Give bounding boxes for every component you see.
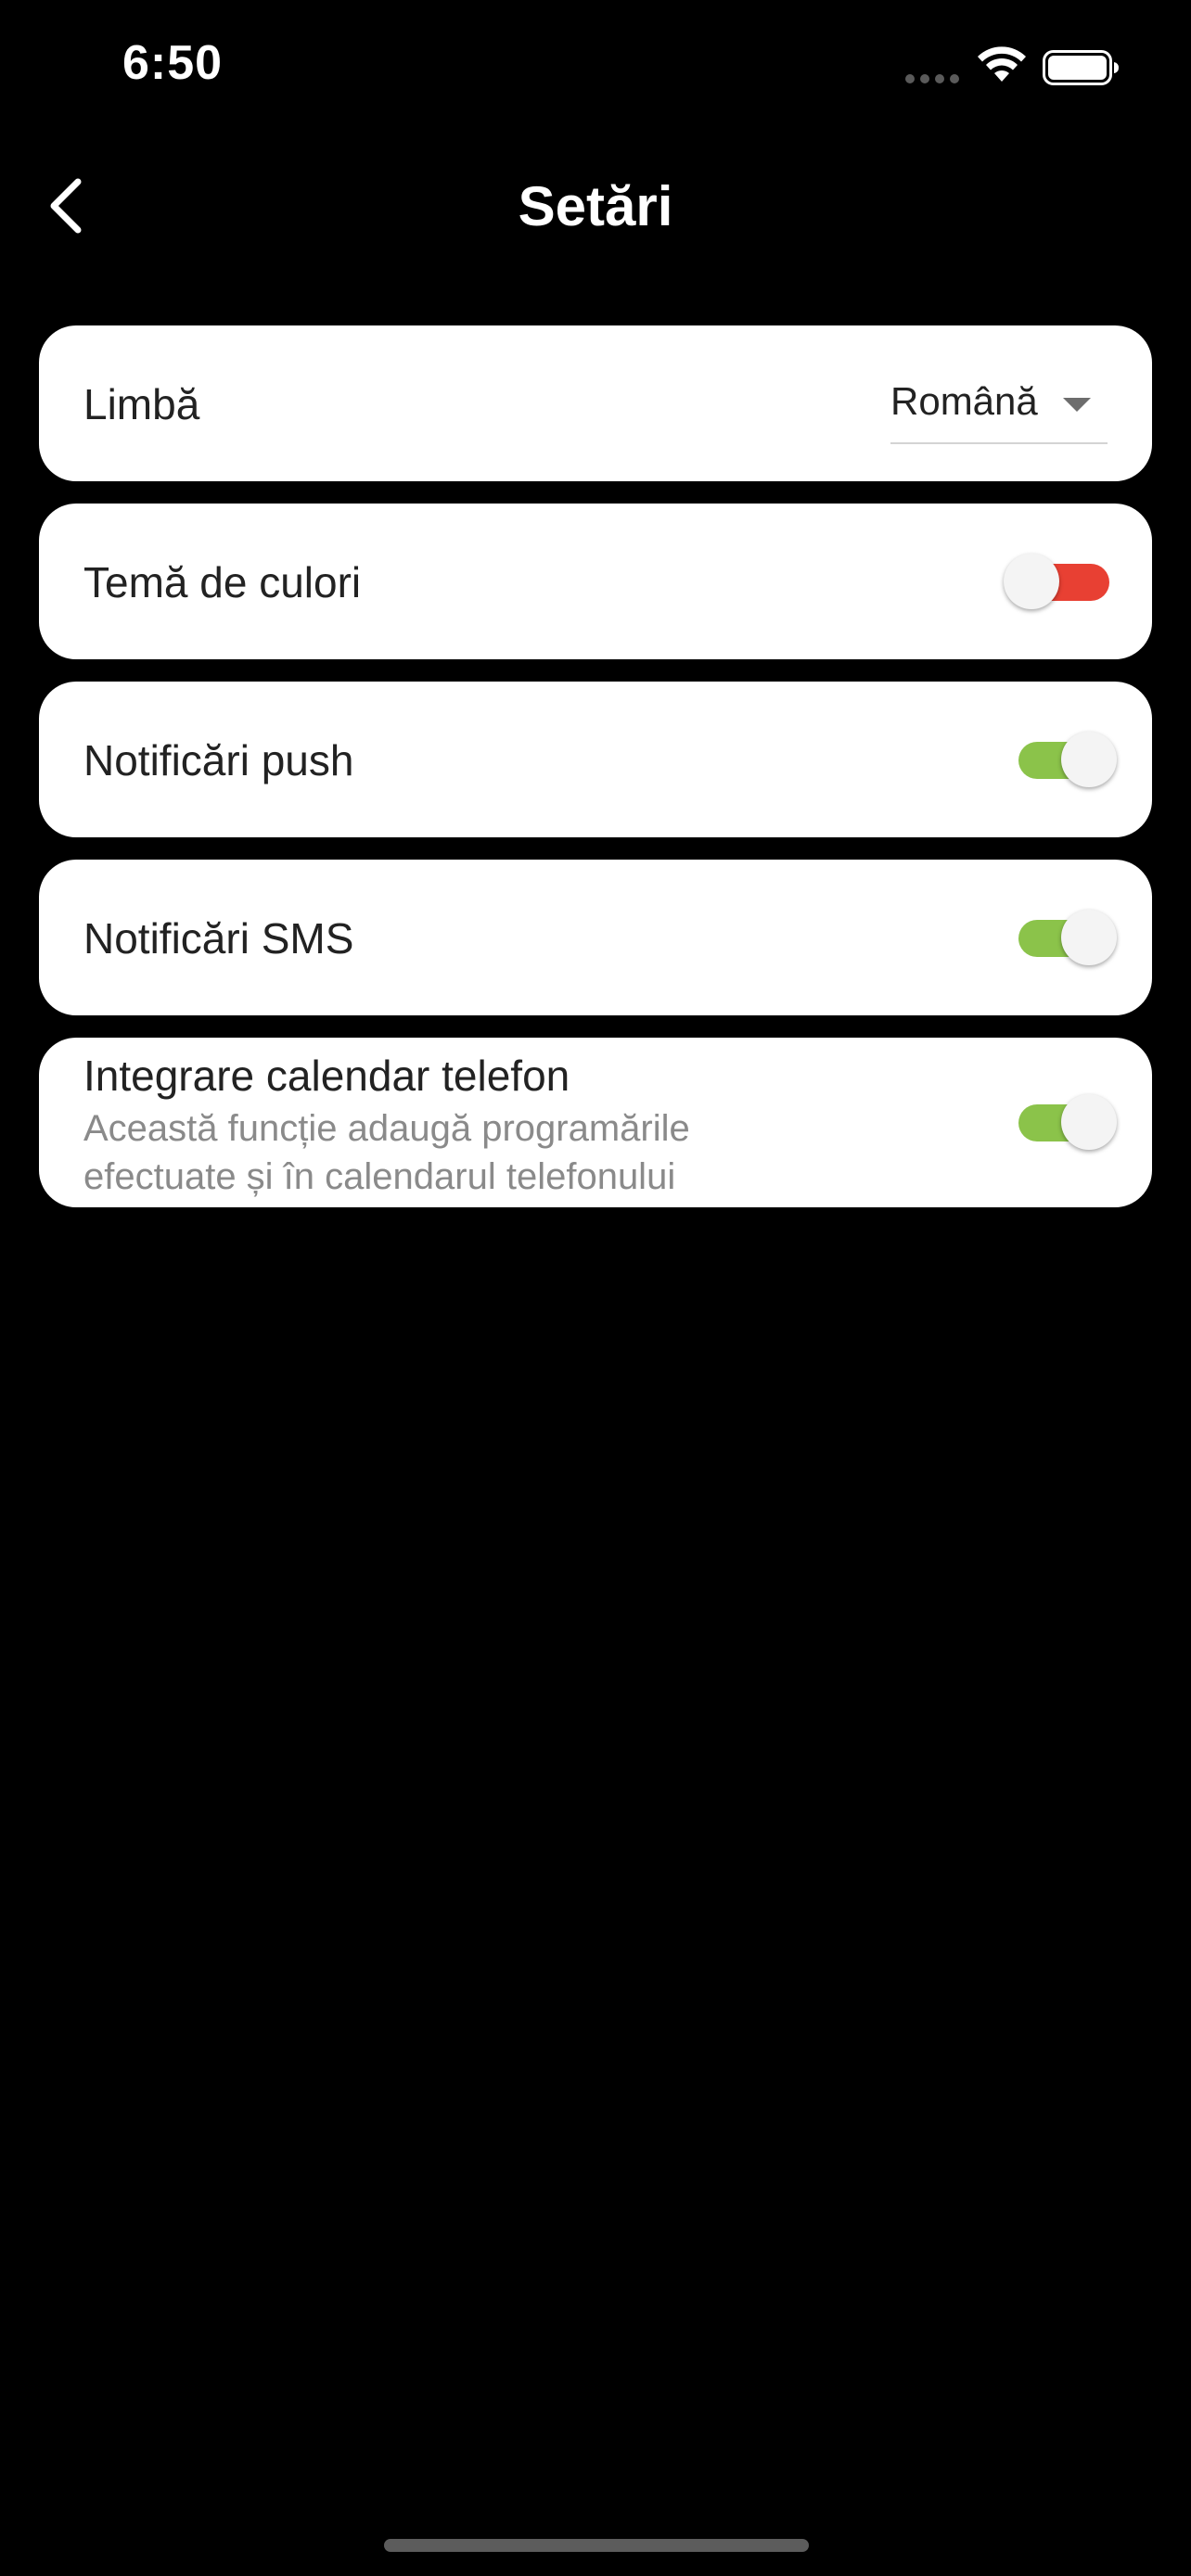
calendar-integration-toggle-knob [1061, 1094, 1117, 1150]
sms-notifications-setting: Notificări SMS [39, 860, 1152, 1015]
cellular-signal-icon [905, 74, 963, 83]
language-setting: Limbă Română [39, 325, 1152, 481]
battery-icon [1043, 50, 1119, 85]
push-notifications-toggle-knob [1061, 732, 1117, 787]
status-bar: 6:50 [0, 0, 1191, 130]
home-indicator[interactable] [384, 2539, 809, 2552]
language-label: Limbă [83, 380, 200, 428]
calendar-integration-toggle[interactable] [1009, 1092, 1121, 1152]
language-select[interactable]: Română [890, 374, 1108, 444]
color-theme-label: Temă de culori [83, 558, 362, 606]
push-notifications-setting: Notificări push [39, 682, 1152, 837]
calendar-integration-description-line2: efectuate și în calendarul telefonului [83, 1156, 676, 1197]
status-time: 6:50 [122, 36, 224, 90]
sms-notifications-toggle[interactable] [1009, 908, 1121, 967]
dropdown-arrow-icon [1063, 398, 1091, 412]
calendar-integration-label: Integrare calendar telefon [83, 1052, 570, 1100]
color-theme-setting: Temă de culori [39, 504, 1152, 659]
color-theme-toggle-knob [1004, 554, 1059, 609]
calendar-integration-setting: Integrare calendar telefon Această funcț… [39, 1038, 1152, 1207]
color-theme-toggle[interactable] [1004, 552, 1115, 611]
header: Setări [0, 158, 1191, 260]
wifi-icon [978, 46, 1026, 82]
language-select-value: Română [890, 379, 1038, 423]
page-title: Setări [518, 175, 673, 237]
push-notifications-label: Notificări push [83, 736, 354, 784]
push-notifications-toggle[interactable] [1009, 730, 1121, 789]
calendar-integration-description-line1: Această funcție adaugă programările [83, 1108, 690, 1149]
sms-notifications-toggle-knob [1061, 910, 1117, 965]
sms-notifications-label: Notificări SMS [83, 914, 354, 963]
calendar-integration-description: Această funcție adaugă programările efec… [83, 1104, 881, 1201]
